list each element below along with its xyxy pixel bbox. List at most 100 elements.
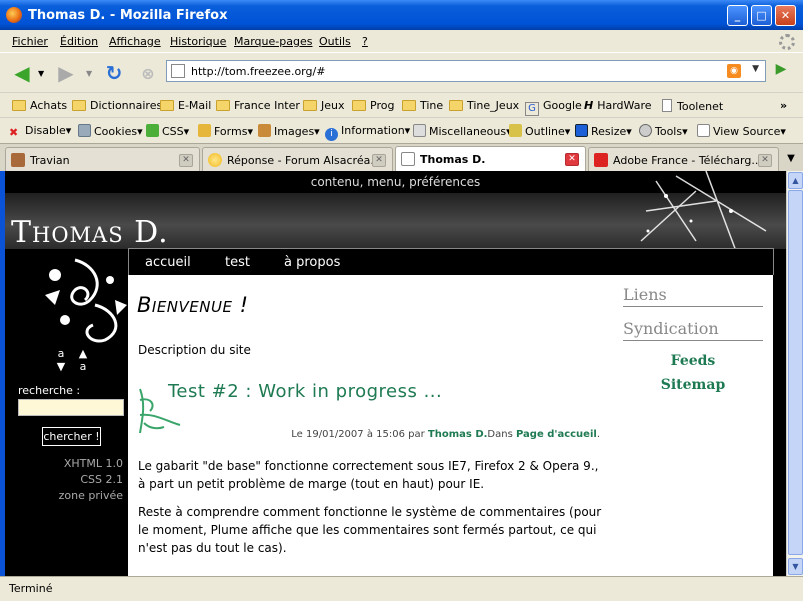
information-icon: i bbox=[325, 128, 338, 141]
menu-a-propos-link[interactable]: à propos bbox=[284, 255, 340, 270]
private-zone-link[interactable]: zone privée bbox=[59, 488, 123, 504]
side-links: XHTML 1.0 CSS 2.1 zone privée bbox=[59, 456, 123, 504]
window-title: Thomas D. - Mozilla Firefox bbox=[28, 8, 228, 23]
site-title[interactable]: Thomas D. bbox=[11, 215, 169, 250]
travian-favicon-icon bbox=[11, 153, 25, 167]
tab-bar: Travian ✕ Réponse - Forum Alsacréa... ✕ … bbox=[0, 143, 803, 172]
menu-test-link[interactable]: test bbox=[225, 255, 250, 270]
cookies-icon bbox=[78, 124, 91, 137]
sitemap-link[interactable]: Sitemap bbox=[623, 377, 763, 393]
swirl-decoration bbox=[45, 258, 127, 343]
forward-dropdown-icon[interactable]: ▼ bbox=[86, 69, 92, 78]
tab-list-icon[interactable]: ▼ bbox=[782, 150, 800, 168]
adobe-favicon-icon bbox=[594, 153, 608, 167]
page-icon bbox=[662, 99, 672, 112]
search-input[interactable] bbox=[18, 399, 124, 416]
menu-accueil-link[interactable]: accueil bbox=[145, 255, 191, 270]
dev-cookies-menu[interactable]: Cookies▾ bbox=[78, 124, 143, 138]
page-viewport: contenu, menu, préférences Thomas D. a ▼▲… bbox=[5, 171, 786, 576]
tab-adobe-france[interactable]: Adobe France - Télécharg... ✕ bbox=[588, 147, 779, 172]
site-menu: accueil test à propos bbox=[128, 248, 774, 275]
url-bar[interactable]: ◉ ▼ bbox=[166, 60, 766, 82]
tab-close-icon[interactable]: ✕ bbox=[372, 154, 386, 167]
post-meta: Le 19/01/2007 à 15:06 par Thomas D.Dans … bbox=[291, 429, 600, 440]
bookmark-hardware[interactable]: H HardWare bbox=[584, 99, 652, 112]
bookmark-folder[interactable]: E-Mail bbox=[160, 99, 211, 112]
menu-historique[interactable]: Historique bbox=[170, 35, 226, 48]
xhtml-link[interactable]: XHTML 1.0 bbox=[59, 456, 123, 472]
close-window-button[interactable]: ✕ bbox=[775, 5, 796, 26]
url-input[interactable] bbox=[191, 63, 731, 79]
url-history-dropdown-icon[interactable]: ▼ bbox=[752, 64, 759, 74]
links-heading: Liens bbox=[623, 285, 763, 307]
search-label: recherche : bbox=[18, 384, 81, 397]
main-content: Bienvenue ! Description du site Test #2 … bbox=[128, 275, 773, 576]
scroll-thumb[interactable] bbox=[788, 190, 803, 555]
forward-arrow-icon[interactable]: ▶ bbox=[52, 59, 80, 87]
post-paragraph: Reste à comprendre comment fonctionne le… bbox=[138, 505, 602, 555]
window-titlebar: Thomas D. - Mozilla Firefox _ □ ✕ bbox=[0, 0, 803, 30]
dev-images-menu[interactable]: Images▾ bbox=[258, 124, 320, 138]
tab-travian[interactable]: Travian ✕ bbox=[5, 147, 200, 172]
menu-marque-pages[interactable]: Marque-pages bbox=[234, 35, 312, 48]
tools-icon bbox=[639, 124, 652, 137]
maximize-button[interactable]: □ bbox=[751, 5, 772, 26]
tab-close-icon[interactable]: ✕ bbox=[758, 154, 772, 167]
tab-forum-alsacreations[interactable]: Réponse - Forum Alsacréa... ✕ bbox=[202, 147, 393, 172]
post-title-link[interactable]: Test #2 : Work in progress ... bbox=[168, 381, 442, 402]
search-button[interactable]: chercher ! bbox=[42, 427, 101, 446]
font-decrease-button[interactable]: a ▼ bbox=[55, 347, 67, 373]
bookmark-folder[interactable]: Prog bbox=[352, 99, 394, 112]
menu-fichier[interactable]: Fichier bbox=[12, 35, 48, 48]
dev-css-menu[interactable]: CSS▾ bbox=[146, 124, 189, 138]
scroll-down-icon[interactable]: ▼ bbox=[788, 558, 803, 575]
bookmark-folder[interactable]: Achats bbox=[12, 99, 67, 112]
feeds-link[interactable]: Feeds bbox=[623, 353, 763, 369]
bookmark-toolenet[interactable]: Toolenet bbox=[662, 99, 723, 113]
tab-close-icon[interactable]: ✕ bbox=[565, 153, 579, 166]
dev-outline-menu[interactable]: Outline▾ bbox=[509, 124, 570, 138]
vertical-scrollbar[interactable]: ▲ ▼ bbox=[786, 171, 803, 576]
forum-favicon-icon bbox=[208, 153, 222, 167]
bookmark-folder[interactable]: Tine_Jeux bbox=[449, 99, 519, 112]
menu-aide[interactable]: ? bbox=[362, 35, 368, 48]
css-link[interactable]: CSS 2.1 bbox=[59, 472, 123, 488]
post-author-link[interactable]: Thomas D. bbox=[428, 429, 488, 440]
dev-view-source-menu[interactable]: View Source▾ bbox=[697, 124, 786, 138]
bookmark-google[interactable]: G Google bbox=[525, 99, 582, 116]
page-heading: Bienvenue ! bbox=[137, 293, 249, 317]
folder-icon bbox=[303, 100, 317, 111]
back-arrow-icon[interactable]: ◀ bbox=[8, 59, 36, 87]
menu-edition[interactable]: Édition bbox=[60, 35, 98, 48]
post-paragraph: Le gabarit "de base" fonctionne correcte… bbox=[138, 459, 599, 491]
font-increase-button[interactable]: ▲ a bbox=[77, 347, 89, 373]
font-size-controls: a ▼ ▲ a bbox=[55, 347, 99, 373]
bookmark-folder[interactable]: Tine bbox=[402, 99, 443, 112]
reload-icon[interactable]: ↻ bbox=[100, 59, 128, 87]
dev-information-menu[interactable]: i Information▾ bbox=[325, 124, 410, 141]
stop-icon[interactable]: ⊗ bbox=[134, 59, 162, 87]
menu-affichage[interactable]: Affichage bbox=[109, 35, 161, 48]
back-dropdown-icon[interactable]: ▼ bbox=[38, 69, 44, 78]
bookmark-folder[interactable]: France Inter bbox=[216, 99, 300, 112]
dev-forms-menu[interactable]: Forms▾ bbox=[198, 124, 253, 138]
folder-icon bbox=[12, 100, 26, 111]
go-arrow-icon[interactable]: ▶ bbox=[770, 61, 792, 81]
minimize-button[interactable]: _ bbox=[727, 5, 748, 26]
dev-miscellaneous-menu[interactable]: Miscellaneous▾ bbox=[413, 124, 512, 138]
menu-outils[interactable]: Outils bbox=[319, 35, 351, 48]
scroll-up-icon[interactable]: ▲ bbox=[788, 172, 803, 189]
tab-thomas-d[interactable]: Thomas D. ✕ bbox=[395, 146, 586, 172]
dev-tools-menu[interactable]: Tools▾ bbox=[639, 124, 688, 138]
tab-close-icon[interactable]: ✕ bbox=[179, 154, 193, 167]
dev-resize-menu[interactable]: Resize▾ bbox=[575, 124, 632, 138]
menu-bar: Fichier Édition Affichage Historique Mar… bbox=[0, 30, 803, 52]
post-category-link[interactable]: Page d'accueil bbox=[516, 429, 597, 440]
page-favicon-icon bbox=[401, 152, 415, 166]
rss-feed-icon[interactable]: ◉ bbox=[727, 64, 741, 78]
dev-disable-menu[interactable]: ✖ Disable▾ bbox=[9, 124, 71, 139]
bookmark-folder[interactable]: Jeux bbox=[303, 99, 345, 112]
bookmark-folder[interactable]: Dictionnaires bbox=[72, 99, 162, 112]
folder-icon bbox=[402, 100, 416, 111]
bookmarks-overflow-icon[interactable]: » bbox=[780, 99, 787, 112]
